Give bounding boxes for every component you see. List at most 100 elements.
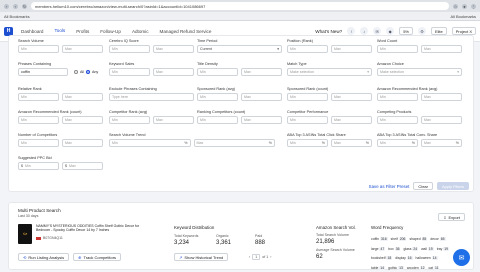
min-input[interactable]: Min: [377, 93, 418, 101]
max-input[interactable]: Max: [62, 116, 103, 124]
min-input[interactable]: Min: [197, 93, 238, 101]
bell-icon[interactable]: ♪: [360, 27, 369, 35]
filter-label: Time Period: [197, 39, 218, 43]
max-input[interactable]: Max: [153, 45, 194, 53]
product-image[interactable]: ⚰: [18, 224, 32, 244]
chat-icon[interactable]: ✉: [373, 27, 382, 35]
max-input[interactable]: Max: [241, 116, 282, 124]
filter-label: Match Type: [287, 62, 307, 66]
min-input[interactable]: Min: [18, 139, 59, 147]
chat-support-button[interactable]: ✉: [453, 249, 470, 266]
time-period-select[interactable]: Current ▾: [197, 45, 282, 53]
filter-label: Position (Rank): [287, 39, 313, 43]
min-placeholder: Min: [290, 141, 296, 145]
max-input[interactable]: Max: [331, 116, 372, 124]
word-frequency-item[interactable]: shaped 85: [409, 237, 428, 242]
min-input[interactable]: Min%: [377, 139, 418, 147]
min-input[interactable]: Min: [287, 116, 328, 124]
min-input[interactable]: Min: [197, 116, 238, 124]
word-frequency-item[interactable]: bookshelf 18: [371, 256, 393, 261]
total-keywords-label: Total Keywords: [174, 234, 199, 238]
word-frequency-item[interactable]: large 47: [371, 246, 386, 252]
phrases-input[interactable]: coffin: [18, 68, 68, 76]
export-button[interactable]: ⇩ Export: [438, 213, 465, 221]
exclude-input[interactable]: Type here: [109, 93, 194, 101]
min-input[interactable]: Min%: [287, 139, 328, 147]
back-icon[interactable]: ‹: [4, 3, 9, 9]
match-type-select[interactable]: Make selection ▾: [287, 68, 372, 76]
max-input[interactable]: Max: [241, 68, 282, 76]
word-frequency-item[interactable]: wall 19: [421, 246, 434, 252]
max-input[interactable]: Max%: [331, 139, 372, 147]
min-input[interactable]: Min: [377, 116, 418, 124]
word-frequency-item[interactable]: halloween 14: [416, 256, 438, 261]
bookmarks-right[interactable]: All Bookmarks: [450, 14, 476, 19]
usage-percent[interactable]: 5%: [399, 27, 413, 35]
run-listing-analysis-button[interactable]: ⟲ Run Listing Analysis: [18, 253, 70, 261]
min-input[interactable]: Min: [18, 93, 59, 101]
word-frequency-item[interactable]: display 16: [395, 256, 413, 261]
max-input[interactable]: Max: [153, 116, 194, 124]
max-input[interactable]: Max: [62, 45, 103, 53]
show-historical-trend-button[interactable]: ↗ Show Historical Trend: [174, 253, 229, 261]
radio-any[interactable]: [86, 70, 90, 74]
product-title[interactable]: NAMMY'S MYSTERIOUS ODDITIES Coffin Shelf…: [36, 224, 146, 233]
max-input[interactable]: Max: [331, 45, 372, 53]
min-input[interactable]: Min: [109, 116, 150, 124]
word-frequency-item[interactable]: decor 65: [430, 237, 446, 242]
word-frequency-item[interactable]: glass 24: [403, 246, 419, 252]
min-input[interactable]: Min%: [109, 139, 191, 147]
word-frequency-item[interactable]: coffin 316: [371, 237, 388, 242]
word-frequency-item[interactable]: box 36: [388, 246, 401, 252]
radio-all[interactable]: [74, 70, 78, 74]
min-input[interactable]: Min: [109, 68, 150, 76]
max-input[interactable]: Max%: [421, 139, 462, 147]
max-input[interactable]: Max: [153, 68, 194, 76]
page-input[interactable]: 1: [252, 254, 261, 260]
reload-icon[interactable]: ↻: [22, 3, 27, 9]
word-text: shaped: [409, 237, 422, 241]
min-input[interactable]: $ Min: [18, 162, 59, 170]
min-input[interactable]: Min: [287, 93, 328, 101]
min-input[interactable]: Min: [18, 45, 59, 53]
apply-filters-button[interactable]: Apply Filters: [436, 182, 469, 190]
chevron-right-icon[interactable]: ›: [270, 255, 271, 259]
max-input[interactable]: Max: [421, 45, 462, 53]
project-selector[interactable]: Project X: [451, 27, 476, 35]
gift-icon[interactable]: ◆: [386, 27, 395, 35]
max-input[interactable]: $ Max: [62, 162, 103, 170]
min-input[interactable]: Min: [197, 68, 238, 76]
address-bar[interactable]: members.helium10.com/cerebro/amazon/view…: [31, 2, 449, 10]
min-input[interactable]: Min: [109, 45, 150, 53]
word-count: 85: [421, 237, 428, 241]
max-input[interactable]: Max%: [193, 139, 275, 147]
settings-icon[interactable]: ⚙: [417, 27, 426, 35]
word-frequency-item[interactable]: shelf 206: [391, 237, 407, 242]
word-frequency-item[interactable]: tray 19: [437, 246, 450, 252]
filter-label: Sponsored Rank (count): [287, 87, 329, 91]
min-input[interactable]: Min: [377, 45, 418, 53]
bookmarks-left[interactable]: All Bookmarks: [4, 14, 30, 19]
forward-icon[interactable]: ›: [13, 3, 18, 9]
max-input[interactable]: Max: [331, 93, 372, 101]
filter-label: Suggested PPC Bid: [18, 156, 52, 160]
min-input[interactable]: Min: [18, 116, 59, 124]
max-input[interactable]: Max: [421, 93, 462, 101]
menu-icon[interactable]: ⋮: [471, 3, 476, 9]
max-input[interactable]: Max: [421, 116, 462, 124]
notification-icon[interactable]: !: [347, 27, 356, 35]
min-input[interactable]: Min: [287, 45, 328, 53]
max-input[interactable]: Max: [241, 93, 282, 101]
clear-button[interactable]: Clear: [413, 182, 433, 190]
track-competitors-button[interactable]: ⊕ Track Competitors: [73, 253, 122, 261]
save-filter-preset-link[interactable]: Save as Filter Preset: [369, 184, 410, 189]
max-input[interactable]: Max: [62, 139, 103, 147]
star-icon[interactable]: ☆: [453, 3, 458, 9]
amazon-choice-select[interactable]: Make selection ▾: [377, 68, 462, 76]
max-input[interactable]: Max: [62, 93, 103, 101]
profile-icon[interactable]: ●: [462, 3, 467, 9]
word-count: 47: [379, 246, 386, 251]
chevron-left-icon[interactable]: ‹: [249, 255, 250, 259]
whats-new-link[interactable]: What's New?: [315, 29, 342, 34]
elite-badge[interactable]: Elite: [430, 27, 447, 35]
